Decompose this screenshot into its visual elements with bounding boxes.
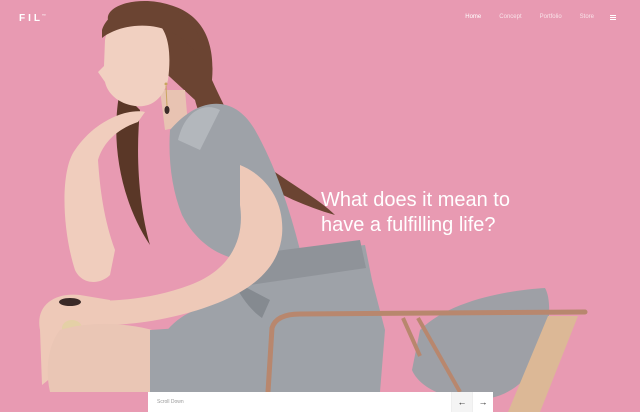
nav-item-portfolio[interactable]: Portfolio [540,14,562,20]
hamburger-icon[interactable] [610,14,616,20]
headline-line-2: have a fulfilling life? [321,214,496,237]
scroll-down-label[interactable]: Scroll Down [148,399,451,405]
nav-item-concept[interactable]: Concept [499,14,521,20]
nav-item-home[interactable]: Home [465,14,481,20]
hero-headline: What does it mean to have a fulfilling l… [321,188,581,238]
logo-text: FIL [19,13,43,24]
headline-line-1: What does it mean to [321,189,510,212]
nav-item-store[interactable]: Store [580,14,594,20]
main-nav: Home Concept Portfolio Store [447,14,616,20]
arrow-right-icon[interactable]: → [472,392,493,412]
trademark-mark: ™ [42,13,46,18]
scroll-bar: Scroll Down ← → [148,392,493,412]
brand-logo[interactable]: FIL™ [19,13,46,24]
arrow-left-icon[interactable]: ← [451,392,472,412]
